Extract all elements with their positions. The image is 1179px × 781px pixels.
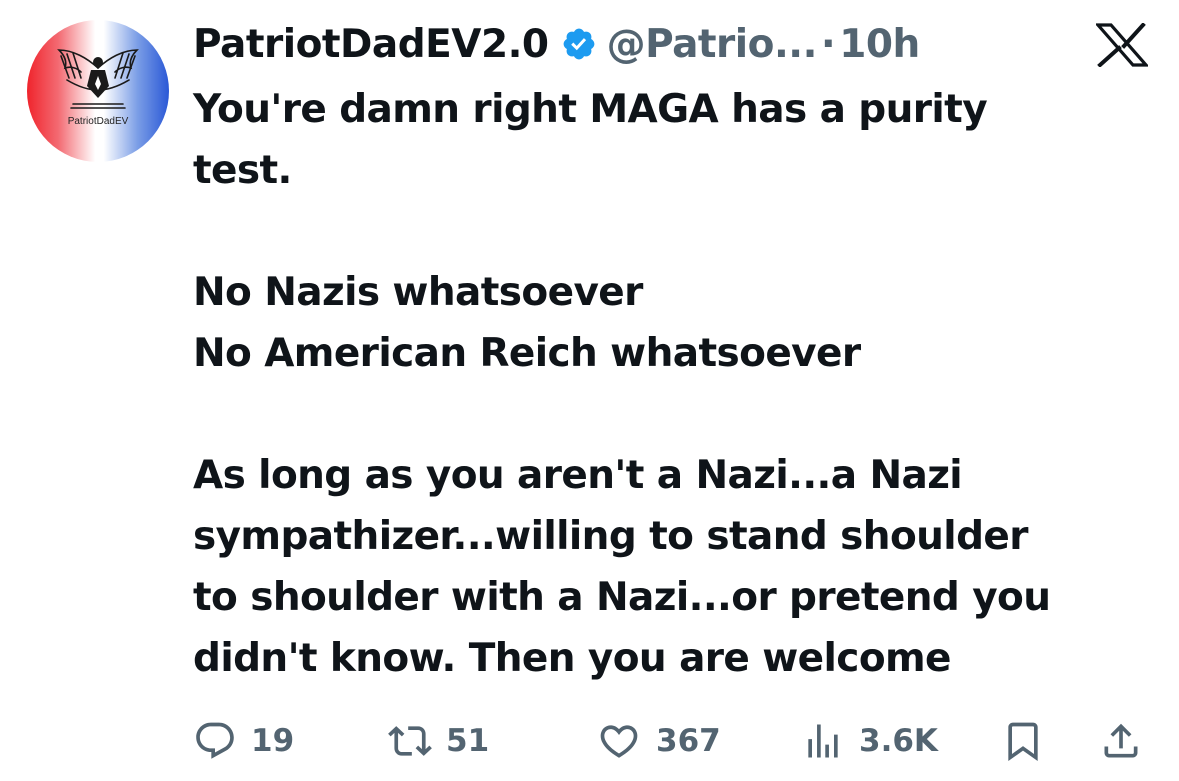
x-logo-icon [1094,22,1150,68]
heart-icon [596,719,642,763]
repost-icon [388,719,432,763]
display-name[interactable]: PatriotDadEV2.0 [193,22,549,67]
reply-icon [193,719,237,763]
share-button[interactable] [1099,713,1143,769]
action-bar: 19 51 367 3.6K [193,713,1153,769]
tweet-line: As long as you aren't a Nazi...a Nazi [193,453,963,498]
tweet-line: You're damn right MAGA has a purity [193,87,988,132]
avatar-label: PatriotDadEV [67,116,129,127]
tweet-line: No Nazis whatsoever [193,270,643,315]
tweet-text: You're damn right MAGA has a purity test… [193,79,1153,689]
repost-count: 51 [446,723,490,759]
verified-badge-icon [561,26,597,62]
like-button[interactable]: 367 [596,713,721,769]
tweet-line: sympathizer...willing to stand shoulder [193,514,1028,559]
separator-dot: · [820,21,836,67]
eagle-emblem-icon [57,49,139,109]
avatar[interactable]: PatriotDadEV [27,20,169,162]
bookmark-button[interactable] [1001,713,1045,769]
author-handle[interactable]: @Patrio... [607,22,818,67]
share-icon [1099,719,1143,763]
tweet-line: test. [193,148,292,193]
view-count: 3.6K [859,723,938,759]
reply-count: 19 [251,723,295,759]
tweet-header: PatriotDadEV2.0 @Patrio... · 10h [193,16,920,72]
like-count: 367 [656,723,721,759]
tweet-line: No American Reich whatsoever [193,331,861,376]
repost-button[interactable]: 51 [388,713,489,769]
reply-button[interactable]: 19 [193,713,294,769]
bookmark-icon [1001,719,1045,763]
tweet-line: didn't know. Then you are welcome [193,636,952,681]
views-icon [801,719,845,763]
views-button[interactable]: 3.6K [801,713,938,769]
timestamp[interactable]: 10h [839,22,920,67]
tweet-line: to shoulder with a Nazi...or pretend you [193,575,1051,620]
